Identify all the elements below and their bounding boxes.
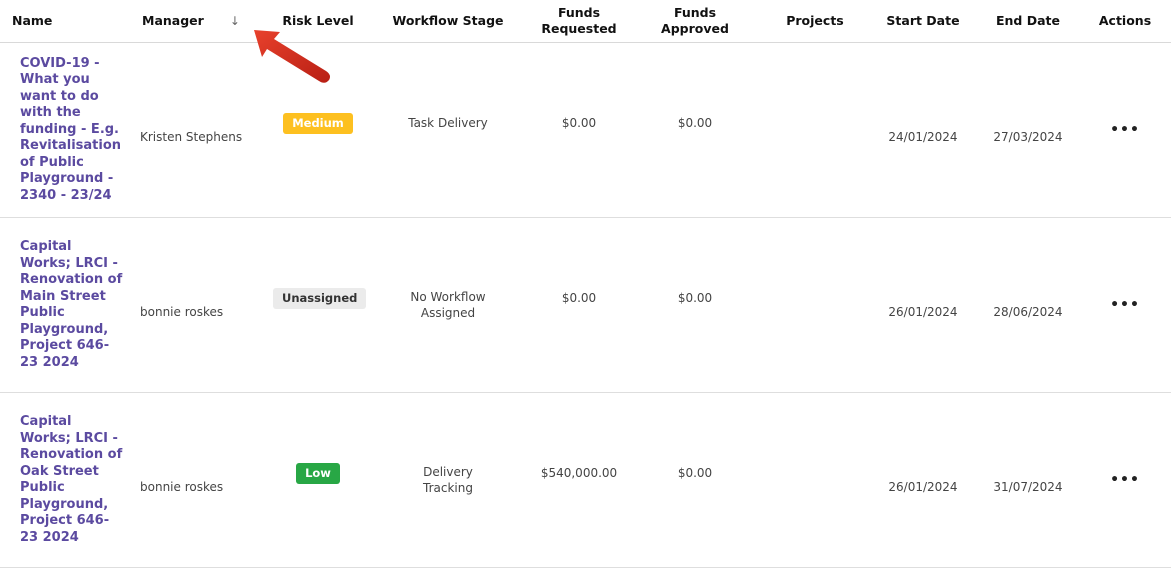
grant-name-link[interactable]: Capital Works; LRCI - Renovation of Main… bbox=[20, 239, 122, 370]
cell-actions: ••• bbox=[1079, 42, 1171, 218]
column-header-label: Requested bbox=[541, 21, 617, 36]
column-header-label: Manager bbox=[142, 13, 204, 28]
header-row: Name Manager ↓ Risk Level Workflow Stage … bbox=[0, 0, 1171, 43]
column-header-start-date[interactable]: Start Date bbox=[869, 0, 977, 43]
column-header-label: Workflow Stage bbox=[392, 13, 504, 28]
table-row: Capital Works; LRCI - Renovation of Oak … bbox=[0, 392, 1171, 568]
column-header-projects[interactable]: Projects bbox=[761, 0, 869, 43]
cell-funds-requested: $540,000.00 bbox=[529, 392, 629, 568]
cell-manager: bonnie roskes bbox=[132, 217, 269, 393]
cell-start-date: 26/01/2024 bbox=[869, 217, 977, 393]
cell-workflow-stage: Task Delivery bbox=[367, 42, 529, 218]
risk-badge-low: Low bbox=[296, 462, 340, 484]
cell-end-date: 27/03/2024 bbox=[977, 42, 1079, 218]
cell-funds-approved: $0.00 bbox=[629, 42, 761, 218]
column-header-funds-approved[interactable]: Funds Approved bbox=[629, 0, 761, 43]
risk-badge-medium: Medium bbox=[283, 112, 353, 134]
column-header-label: Actions bbox=[1098, 13, 1152, 28]
column-header-label: End Date bbox=[995, 13, 1060, 28]
cell-manager: bonnie roskes bbox=[132, 392, 269, 568]
grants-table-view: Name Manager ↓ Risk Level Workflow Stage … bbox=[0, 0, 1171, 568]
column-header-funds-requested[interactable]: Funds Requested bbox=[529, 0, 629, 43]
cell-projects bbox=[761, 392, 869, 568]
arrow-down-icon[interactable]: ↓ bbox=[230, 14, 240, 28]
cell-risk-level: Low bbox=[269, 392, 367, 568]
red-pointer-arrow-icon bbox=[254, 30, 330, 83]
cell-funds-approved: $0.00 bbox=[629, 392, 761, 568]
column-header-label: Start Date bbox=[886, 13, 960, 28]
cell-projects bbox=[761, 42, 869, 218]
cell-actions: ••• bbox=[1079, 392, 1171, 568]
cell-actions: ••• bbox=[1079, 217, 1171, 393]
cell-end-date: 31/07/2024 bbox=[977, 392, 1079, 568]
column-header-label: Approved bbox=[661, 21, 729, 36]
workflow-stage-text: Task Delivery bbox=[408, 116, 488, 130]
column-header-label: Funds bbox=[557, 5, 601, 20]
cell-funds-approved: $0.00 bbox=[629, 217, 761, 393]
workflow-stage-text: Tracking bbox=[423, 481, 473, 495]
cell-funds-requested: $0.00 bbox=[529, 42, 629, 218]
grant-name-link[interactable]: COVID-19 - What you want to do with the … bbox=[20, 56, 121, 203]
column-header-name[interactable]: Name bbox=[0, 0, 132, 43]
more-horizontal-icon[interactable]: ••• bbox=[1110, 297, 1140, 313]
cell-end-date: 28/06/2024 bbox=[977, 217, 1079, 393]
workflow-stage-text: Delivery bbox=[423, 465, 473, 479]
workflow-stage-text: No Workflow bbox=[410, 290, 486, 304]
grant-name-link[interactable]: Capital Works; LRCI - Renovation of Oak … bbox=[20, 414, 122, 545]
column-header-actions: Actions bbox=[1079, 0, 1171, 43]
column-header-end-date[interactable]: End Date bbox=[977, 0, 1079, 43]
cell-funds-requested: $0.00 bbox=[529, 217, 629, 393]
table-body: COVID-19 - What you want to do with the … bbox=[0, 42, 1171, 568]
risk-badge-unassigned: Unassigned bbox=[273, 287, 367, 309]
grants-table: Name Manager ↓ Risk Level Workflow Stage … bbox=[0, 0, 1171, 568]
cell-start-date: 24/01/2024 bbox=[869, 42, 977, 218]
cell-name: Capital Works; LRCI - Renovation of Main… bbox=[0, 217, 132, 393]
column-header-label: Projects bbox=[786, 13, 844, 28]
cell-projects bbox=[761, 217, 869, 393]
table-header: Name Manager ↓ Risk Level Workflow Stage … bbox=[0, 0, 1171, 43]
column-header-workflow-stage[interactable]: Workflow Stage bbox=[367, 0, 529, 43]
column-header-label: Name bbox=[12, 13, 53, 28]
more-horizontal-icon[interactable]: ••• bbox=[1110, 472, 1140, 488]
cell-workflow-stage: No Workflow Assigned bbox=[367, 217, 529, 393]
cell-name: Capital Works; LRCI - Renovation of Oak … bbox=[0, 392, 132, 568]
cell-name: COVID-19 - What you want to do with the … bbox=[0, 42, 132, 218]
cell-workflow-stage: Delivery Tracking bbox=[367, 392, 529, 568]
table-row: COVID-19 - What you want to do with the … bbox=[0, 42, 1171, 218]
cell-manager: Kristen Stephens bbox=[132, 42, 269, 218]
column-header-label: Funds bbox=[673, 5, 717, 20]
workflow-stage-text: Assigned bbox=[420, 306, 476, 320]
more-horizontal-icon[interactable]: ••• bbox=[1110, 122, 1140, 138]
table-row: Capital Works; LRCI - Renovation of Main… bbox=[0, 217, 1171, 393]
cell-start-date: 26/01/2024 bbox=[869, 392, 977, 568]
cell-risk-level: Unassigned bbox=[269, 217, 367, 393]
column-header-manager[interactable]: Manager ↓ bbox=[132, 0, 269, 43]
